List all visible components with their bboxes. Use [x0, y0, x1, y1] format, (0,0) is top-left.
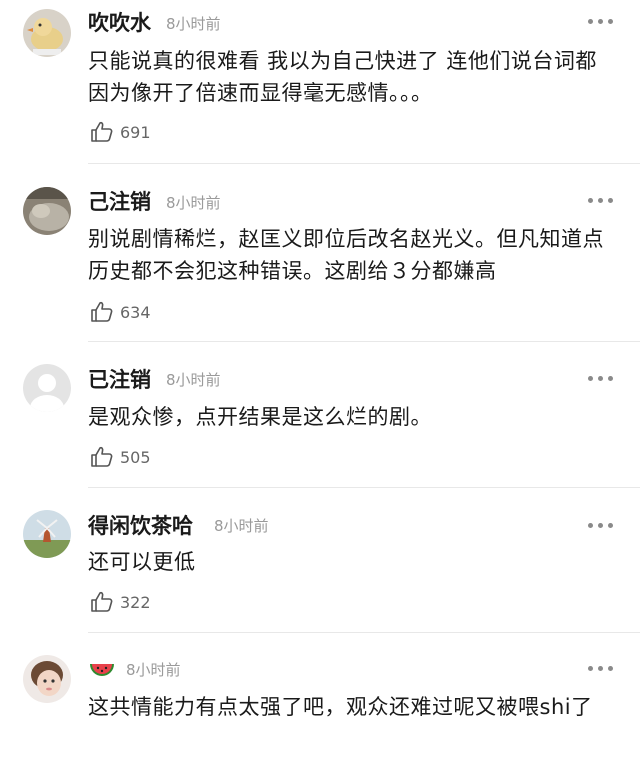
- comment-text: 别说剧情稀烂，赵匡义即位后改名赵光义。但凡知道点历史都不会犯这种错误。这剧给３分…: [88, 227, 604, 283]
- watermelon-icon: [88, 660, 116, 686]
- timestamp: 8小时前: [166, 15, 221, 33]
- like-count: 691: [120, 123, 151, 142]
- comment-item: 得闲饮茶哈 8小时前 还可以更低 322: [0, 490, 640, 633]
- comment-item: 己注销 8小时前 别说剧情稀烂，赵匡义即位后改名赵光义。但凡知道点历史都不会犯这…: [0, 165, 640, 342]
- comment-item: 已注销 8小时前 是观众惨，点开结果是这么烂的剧。 505: [0, 342, 640, 490]
- thumbs-up-icon: [91, 121, 113, 142]
- username[interactable]: 已注销: [88, 367, 151, 393]
- comment-text: 还可以更低: [88, 550, 196, 574]
- avatar[interactable]: [23, 510, 71, 558]
- avatar[interactable]: [23, 9, 71, 57]
- thumbs-up-icon: [91, 591, 113, 612]
- username[interactable]: 得闲饮茶哈: [88, 513, 193, 539]
- avatar[interactable]: [23, 655, 71, 703]
- comment-text: 这共情能力有点太强了吧，观众还难过呢又被喂shi了: [88, 695, 593, 719]
- thumbs-up-icon: [91, 446, 113, 467]
- avatar[interactable]: [23, 364, 71, 412]
- like-count: 322: [120, 593, 151, 612]
- timestamp: 8小时前: [214, 517, 269, 535]
- username[interactable]: 己注销: [88, 189, 151, 215]
- more-dots-icon[interactable]: [588, 197, 614, 205]
- avatar[interactable]: [23, 187, 71, 235]
- comment-item: 8小时前 这共情能力有点太强了吧，观众还难过呢又被喂shi了: [0, 633, 640, 772]
- username[interactable]: 吹吹水: [88, 10, 151, 36]
- more-dots-icon[interactable]: [588, 18, 614, 26]
- more-dots-icon[interactable]: [588, 375, 614, 383]
- like-count: 505: [120, 448, 151, 467]
- timestamp: 8小时前: [126, 661, 181, 679]
- more-dots-icon[interactable]: [588, 665, 614, 673]
- divider: [88, 163, 640, 164]
- comment-text: 是观众惨，点开结果是这么烂的剧。: [88, 405, 432, 429]
- thumbs-up-icon: [91, 301, 113, 322]
- divider: [88, 487, 640, 488]
- more-dots-icon[interactable]: [588, 522, 614, 530]
- like-count: 634: [120, 303, 151, 322]
- comment-item: 吹吹水 8小时前 只能说真的很难看 我以为自己快进了 连他们说台词都因为像开了倍…: [0, 0, 640, 165]
- timestamp: 8小时前: [166, 194, 221, 212]
- timestamp: 8小时前: [166, 371, 221, 389]
- comment-text: 只能说真的很难看 我以为自己快进了 连他们说台词都因为像开了倍速而显得毫无感情。…: [88, 49, 597, 105]
